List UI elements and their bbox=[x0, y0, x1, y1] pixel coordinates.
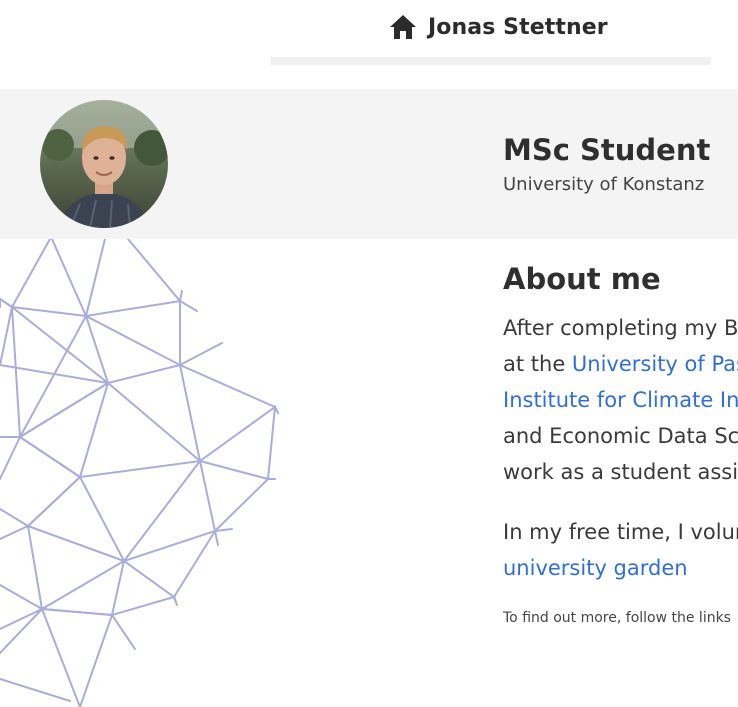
brand-name: Jonas Stettner bbox=[428, 14, 608, 40]
about-line-2-prefix: at the bbox=[503, 352, 572, 376]
free-time-paragraph: In my free time, I volun university gard… bbox=[503, 514, 738, 586]
brand-home-link[interactable]: Jonas Stettner bbox=[389, 10, 608, 44]
more-info-text: To find out more, follow the links bbox=[503, 610, 731, 626]
profile-role: MSc Student bbox=[503, 133, 711, 167]
about-title: About me bbox=[503, 262, 661, 296]
top-navbar: Jonas Stettner bbox=[0, 0, 738, 88]
nav-divider bbox=[271, 57, 711, 65]
university-passau-link[interactable]: University of Pas bbox=[572, 352, 738, 376]
about-line-1: After completing my B bbox=[503, 316, 738, 340]
university-garden-link[interactable]: university garden bbox=[503, 556, 688, 580]
about-paragraph: After completing my B at the University … bbox=[503, 310, 738, 490]
free-time-text: In my free time, I volun bbox=[503, 520, 738, 544]
about-line-5: work as a student assis bbox=[503, 460, 738, 484]
profile-organization: University of Konstanz bbox=[503, 174, 705, 195]
climate-institute-link[interactable]: Institute for Climate In bbox=[503, 388, 738, 412]
avatar bbox=[40, 100, 168, 228]
network-mesh-graphic bbox=[0, 239, 279, 707]
profile-header: MSc Student University of Konstanz bbox=[0, 89, 738, 239]
home-icon bbox=[390, 15, 416, 39]
about-line-4: and Economic Data Sc bbox=[503, 424, 738, 448]
about-section: About me After completing my B at the Un… bbox=[503, 262, 738, 626]
